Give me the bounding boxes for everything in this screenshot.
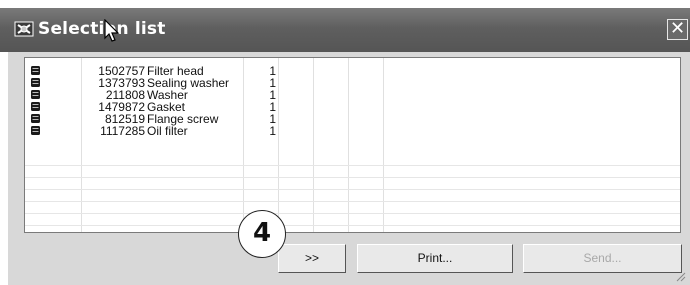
part-quantity: 1 [269,124,276,138]
part-name: Oil filter [147,124,188,138]
row-divider [25,201,680,202]
part-icon [31,126,40,135]
row-divider [25,165,680,166]
print-button[interactable]: Print... [357,244,513,273]
row-divider [25,225,680,226]
selection-list-table[interactable]: 1502757 Filter head 1 1373793 Sealing wa… [24,57,681,233]
selection-list-window: Selection list ✕ 1502757 Filter head 1 1… [0,0,690,285]
step-callout-badge: 4 [238,210,286,258]
send-button[interactable]: Send... [523,244,682,273]
row-divider [25,177,680,178]
part-icon [31,114,40,123]
forward-button[interactable]: >> [278,244,346,273]
part-icon [31,78,40,87]
list-item[interactable]: 1117285 Oil filter 1 [25,124,680,138]
window-title: Selection list [38,19,166,39]
row-divider [25,189,680,190]
part-icon [31,90,40,99]
part-icon [31,102,40,111]
close-button[interactable]: ✕ [667,19,688,40]
mouse-pointer-icon [104,19,120,42]
resize-grip-icon[interactable] [674,270,686,282]
row-divider [25,213,680,214]
part-number: 1117285 [100,124,145,138]
part-icon [31,66,40,75]
selection-list-icon [14,21,34,37]
